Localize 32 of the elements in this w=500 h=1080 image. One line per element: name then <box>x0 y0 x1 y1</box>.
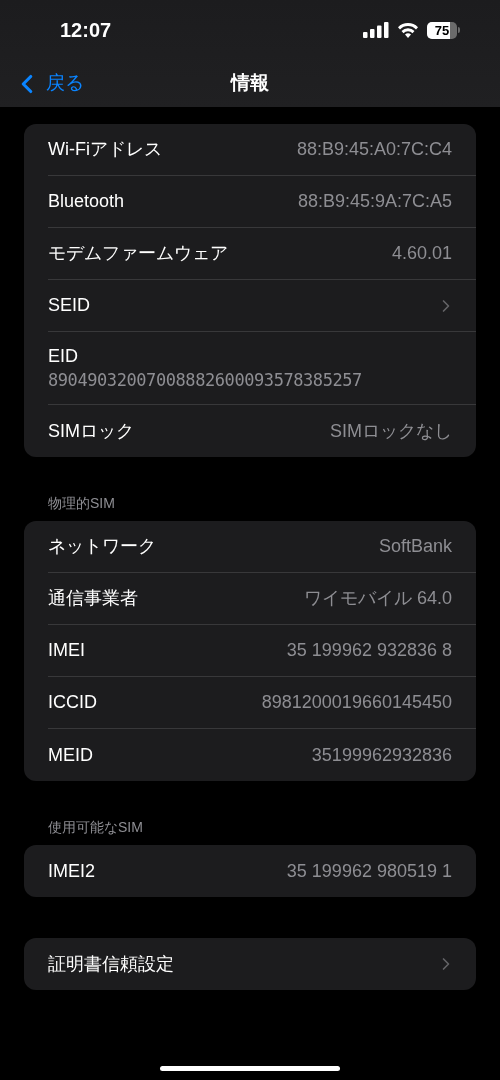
battery-level: 75 <box>434 23 450 37</box>
row-value: SIMロックなし <box>330 419 452 443</box>
row-label: EID <box>48 345 79 368</box>
row-label: 通信事業者 <box>48 587 138 610</box>
row-value: 35 199962 980519 1 <box>286 859 452 883</box>
row-value: 89049032007008882600093578385257 <box>48 369 363 392</box>
row-value: 88:B9:45:9A:7C:A5 <box>297 190 452 213</box>
row-value: ワイモバイル 64.0 <box>303 587 452 610</box>
status-time: 12:07 <box>60 18 112 43</box>
row-value: 8981200019660145450 <box>261 691 452 714</box>
row-label: Wi-Fiアドレス <box>48 138 162 161</box>
section-header: 使用可能なSIM <box>48 818 144 837</box>
back-button[interactable]: 戻る <box>12 60 84 107</box>
row-value: 4.60.01 <box>391 242 452 265</box>
nav-title: 情報 <box>231 71 269 96</box>
signal-icon <box>363 22 389 38</box>
row-value: 35199962932836 <box>311 743 452 767</box>
row-label: SIMロック <box>48 419 134 443</box>
row-label[interactable]: SEID <box>48 292 90 319</box>
row-value: 88:B9:45:A0:7C:C4 <box>296 138 452 161</box>
wifi-icon <box>397 22 419 38</box>
row-label: Bluetooth <box>48 190 125 213</box>
row-label: IMEI2 <box>48 859 95 883</box>
row-value: SoftBank <box>378 535 452 558</box>
row-label[interactable]: 証明書信頼設定 <box>48 950 174 978</box>
section-header: 物理的SIM <box>48 494 116 513</box>
row-label: ネットワーク <box>48 535 156 558</box>
row-label: ICCID <box>48 691 97 714</box>
row-label: モデムファームウェア <box>48 242 228 265</box>
row-value: 35 199962 932836 8 <box>286 639 452 662</box>
row-label: MEID <box>48 743 93 767</box>
row-label: IMEI <box>48 639 85 662</box>
